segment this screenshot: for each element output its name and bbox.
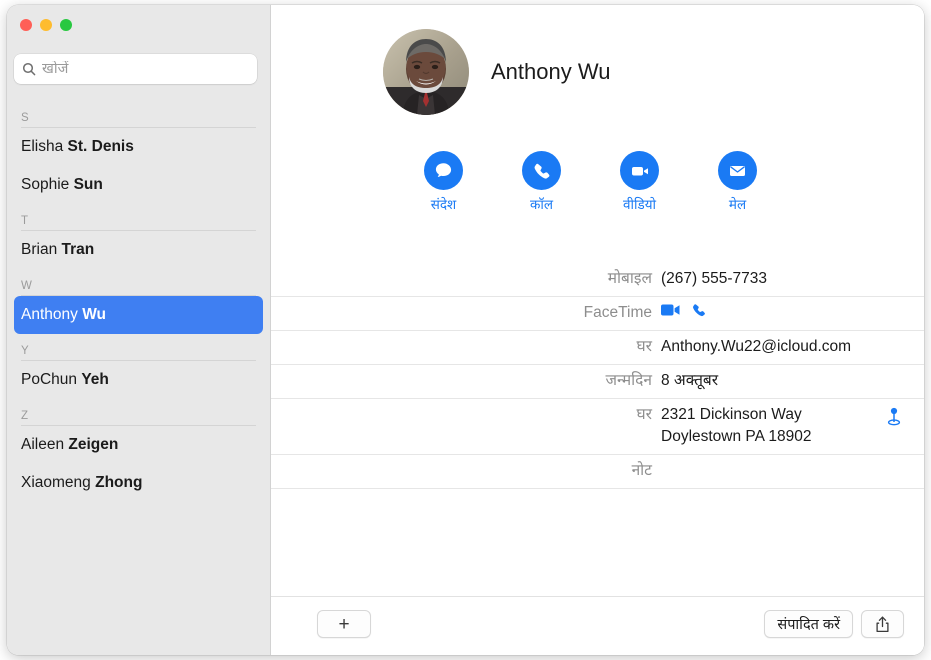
address-line-1: 2321 Dickinson Way [661,406,802,423]
phone-icon [522,151,561,190]
section-header-z: Z [21,399,256,426]
avatar[interactable] [383,29,469,115]
field-row-address-4: घर 2321 Dickinson Way Doylestown PA 18902 [271,399,924,455]
field-label: घर [636,338,652,355]
field-row-text-2: घर Anthony.Wu22@icloud.com [271,331,924,365]
contact-name: Anthony Wu [491,59,611,84]
action-button-mail[interactable]: मेल [713,151,762,213]
address-line-2: Doylestown PA 18902 [661,428,812,445]
contact-detail-pane: Anthony Wu संदेश कॉल वीडियो मेल मोबाइल (267)… [271,5,924,655]
field-label: मोबाइल [607,270,652,287]
action-label: वीडियो [622,197,657,212]
mail-icon [718,151,757,190]
field-value[interactable]: Anthony.Wu22@icloud.com [661,336,924,358]
field-value[interactable]: (267) 555-7733 [661,268,924,290]
section-header-t: T [21,204,256,231]
contact-last-name: Zhong [95,474,143,491]
contact-first-name: Xiaomeng [21,474,96,491]
contact-first-name: Aileen [21,436,69,453]
search-field[interactable] [14,54,257,84]
contact-last-name: Yeh [81,371,109,388]
edit-contact-button[interactable]: संपादित करें [764,610,853,638]
contact-last-name: Sun [73,176,103,193]
share-contact-button[interactable] [861,610,904,638]
contact-row-brian-tran[interactable]: Brian Tran [14,231,263,269]
facetime-audio-icon[interactable] [691,302,707,325]
plus-icon: + [338,613,350,635]
contact-first-name: Brian [21,241,62,258]
facetime-video-icon[interactable] [661,302,681,324]
contact-photo [383,29,469,115]
quick-action-row: संदेश कॉल वीडियो मेल [419,151,762,213]
contact-row-anthony-wu[interactable]: Anthony Wu [14,296,263,334]
action-button-video[interactable]: वीडियो [615,151,664,213]
contact-row-elisha-st-denis[interactable]: Elisha St. Denis [14,128,263,166]
message-icon [424,151,463,190]
contact-first-name: Anthony [21,306,83,323]
action-button-message[interactable]: संदेश [419,151,468,213]
field-label: जन्मदिन [605,372,652,389]
minimize-window-button[interactable] [40,19,52,31]
contact-card-header: Anthony Wu [383,29,610,115]
contact-last-name: Tran [61,241,95,258]
maximize-window-button[interactable] [60,19,72,31]
action-label: मेल [728,197,747,212]
search-input[interactable] [42,61,249,77]
section-header-y: Y [21,334,256,361]
sidebar: SElisha St. DenisSophie SunTBrian TranWA… [7,5,271,655]
video-icon [620,151,659,190]
contact-last-name: Zeigen [68,436,119,453]
contacts-window: SElisha St. DenisSophie SunTBrian TranWA… [7,5,924,655]
window-controls [20,19,72,31]
section-header-w: W [21,269,256,296]
section-header-s: S [21,101,256,128]
action-label: संदेश [430,197,457,212]
add-contact-button[interactable]: + [317,610,371,638]
action-button-phone[interactable]: कॉल [517,151,566,213]
field-label: नोट [631,462,652,479]
search-icon [22,62,36,76]
field-row-note-5: नोट [271,455,924,489]
contact-first-name: PoChun [21,371,82,388]
contact-row-pochun-yeh[interactable]: PoChun Yeh [14,361,263,399]
contact-fields: मोबाइल (267) 555-7733 FaceTime घर Anthony.Wu… [271,263,924,489]
field-row-facetime-1: FaceTime [271,297,924,331]
field-value[interactable]: 2321 Dickinson Way Doylestown PA 18902 [661,404,924,448]
field-label: FaceTime [583,304,652,321]
field-value[interactable]: 8 अक्तूबर [661,370,924,392]
map-pin-icon[interactable] [886,407,902,432]
facetime-icons [661,302,874,324]
field-value[interactable] [661,302,924,324]
close-window-button[interactable] [20,19,32,31]
contact-row-xiaomeng-zhong[interactable]: Xiaomeng Zhong [14,464,263,502]
contact-first-name: Elisha [21,138,68,155]
contact-list[interactable]: S Elisha St. Denis Sophie Sun T Brian Tran W A… [7,101,270,655]
share-icon [876,616,889,632]
contact-row-sophie-sun[interactable]: Sophie Sun [14,166,263,204]
field-row-text-0: मोबाइल (267) 555-7733 [271,263,924,297]
field-label: घर [636,406,652,423]
field-value[interactable] [661,460,924,482]
contact-last-name: St. Denis [67,138,134,155]
field-row-text-3: जन्मदिन 8 अक्तूबर [271,365,924,399]
contact-row-aileen-zeigen[interactable]: Aileen Zeigen [14,426,263,464]
contact-last-name: Wu [82,306,107,323]
bottom-toolbar: + संपादित करें [271,596,924,655]
action-label: कॉल [529,197,554,212]
contact-first-name: Sophie [21,176,74,193]
edit-button-label: संपादित करें [777,617,840,633]
